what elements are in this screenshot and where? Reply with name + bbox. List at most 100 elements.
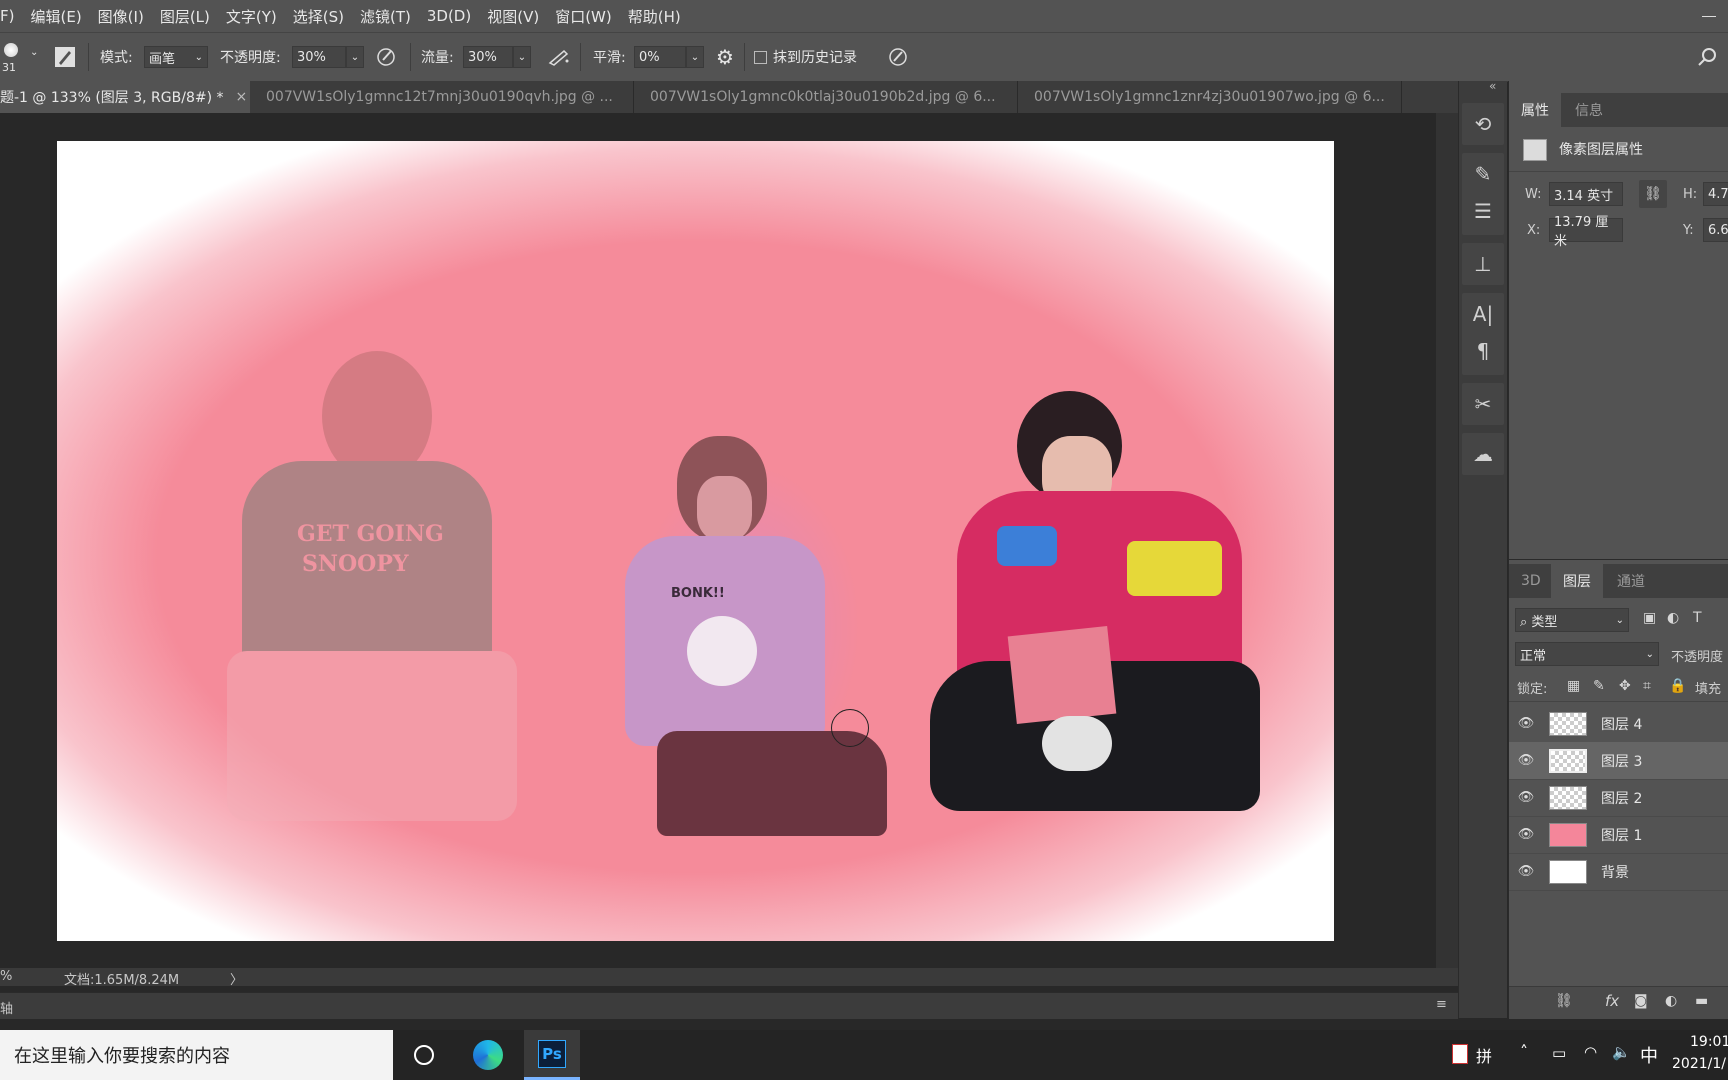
lock-artboard-icon[interactable]: ⌗ [1643, 678, 1651, 694]
erase-to-history-toggle[interactable]: 抹到历史记录 [754, 33, 857, 81]
tab-layers[interactable]: 图层 [1551, 564, 1603, 598]
lock-transparent-icon[interactable]: ▦ [1567, 678, 1580, 694]
menu-filter[interactable]: 滤镜(T) [352, 6, 419, 27]
brush-panel-button[interactable]: ✎ [1462, 156, 1504, 192]
vertical-scrollbar[interactable] [1436, 113, 1458, 968]
photoshop-taskbar-button[interactable]: Ps [524, 1030, 580, 1080]
menu-type[interactable]: 文字(Y) [218, 6, 285, 27]
tab-properties[interactable]: 属性 [1509, 93, 1561, 127]
tab-document-4[interactable]: 007VW1sOly1gmnc1znr4zj30u01907wo.jpg @ 6… [1018, 81, 1402, 113]
visibility-eye-icon[interactable]: 👁 [1509, 790, 1543, 805]
search-button[interactable] [1696, 33, 1718, 81]
airbrush-button[interactable] [546, 33, 572, 81]
libraries-button[interactable]: ☁ [1462, 436, 1504, 472]
opacity-input[interactable]: 30% [292, 46, 346, 68]
clock-date[interactable]: 2021/1/ [1672, 1056, 1726, 1072]
visibility-eye-icon[interactable]: 👁 [1509, 827, 1543, 842]
tab-3d[interactable]: 3D [1509, 564, 1553, 598]
smoothing-input[interactable]: 0% [634, 46, 686, 68]
menu-3d[interactable]: 3D(D) [419, 7, 479, 25]
visibility-eye-icon[interactable]: 👁 [1509, 753, 1543, 768]
close-icon[interactable]: × [236, 89, 248, 105]
menu-file[interactable]: F) [0, 7, 22, 25]
collapse-panels-icon[interactable]: « [1489, 79, 1496, 93]
pressure-opacity-button[interactable] [374, 33, 398, 81]
tab-channels[interactable]: 通道 [1605, 564, 1657, 598]
tab-document-3[interactable]: 007VW1sOly1gmnc0k0tlaj30u0190b2d.jpg @ 6… [634, 81, 1018, 113]
adjustment-layer-icon[interactable]: ◐ [1665, 993, 1677, 1009]
layer-row-1[interactable]: 👁 图层 1 [1509, 816, 1728, 854]
lock-position-icon[interactable]: ✥ [1619, 678, 1631, 694]
pants-shape [227, 651, 517, 821]
x-input[interactable]: 13.79 厘米 [1549, 215, 1623, 249]
tool-presets-button[interactable]: ✂ [1462, 386, 1504, 422]
lock-image-icon[interactable]: ✎ [1593, 678, 1605, 694]
lock-all-icon[interactable]: 🔒 [1669, 678, 1686, 694]
menu-view[interactable]: 视图(V) [479, 6, 547, 27]
new-group-icon[interactable]: ▬ [1695, 993, 1708, 1009]
visibility-eye-icon[interactable]: 👁 [1509, 716, 1543, 731]
flow-dropdown[interactable]: ⌄ [513, 46, 531, 68]
y-input[interactable]: 6.67 [1703, 218, 1728, 242]
menu-window[interactable]: 窗口(W) [547, 6, 620, 27]
edge-taskbar-button[interactable] [464, 1030, 512, 1080]
filter-pixel-icon[interactable]: ▣ [1643, 610, 1656, 626]
layer-row-4[interactable]: 👁 图层 4 [1509, 705, 1728, 743]
smoothing-dropdown[interactable]: ⌄ [686, 46, 704, 68]
middle-face [697, 476, 752, 541]
history-panel-button[interactable]: ⟲ [1462, 106, 1504, 142]
show-hidden-icons-chevron-icon[interactable]: ˄ [1520, 1042, 1528, 1061]
menu-image[interactable]: 图像(I) [90, 6, 152, 27]
flow-label: 流量: [421, 50, 454, 66]
link-dimensions-button[interactable]: ⛓ [1639, 180, 1667, 208]
battery-icon[interactable]: ▭ [1552, 1044, 1566, 1062]
adjustments-panel-button[interactable]: ☰ [1462, 193, 1504, 229]
height-input[interactable]: 4.71 [1703, 182, 1728, 206]
history-checkbox[interactable] [754, 50, 767, 64]
zoom-readout[interactable]: % [0, 969, 12, 984]
tab-document-1[interactable]: 题-1 @ 133% (图层 3, RGB/8#) * × [0, 81, 250, 113]
fx-button[interactable]: fx [1605, 992, 1619, 1010]
filter-adjustment-icon[interactable]: ◐ [1667, 610, 1679, 626]
layer-row-background[interactable]: 👁 背景 [1509, 853, 1728, 891]
blend-mode-select[interactable]: 正常 ⌄ [1515, 642, 1659, 666]
brush-preset-picker[interactable]: 31 ⌄ [0, 33, 44, 81]
taskbar-search-input[interactable]: 在这里输入你要搜索的内容 [0, 1030, 393, 1080]
paragraph-panel-button[interactable]: ¶ [1462, 333, 1504, 369]
volume-icon[interactable]: 🔈 [1612, 1043, 1631, 1061]
wifi-icon[interactable]: ◠ [1584, 1043, 1597, 1061]
character-panel-button[interactable]: A| [1462, 296, 1504, 332]
pdf-tray-icon[interactable] [1452, 1044, 1468, 1064]
document-canvas[interactable]: GET GOING SNOOPY BONK!! [57, 141, 1334, 941]
opacity-dropdown[interactable]: ⌄ [346, 46, 364, 68]
flow-input[interactable]: 30% [463, 46, 513, 68]
timeline-menu-icon[interactable]: ≡ [1436, 997, 1447, 1012]
layer-name: 图层 2 [1601, 790, 1643, 807]
sweater-graphic [997, 526, 1057, 566]
pressure-size-button[interactable] [886, 33, 910, 81]
cortana-button[interactable] [400, 1030, 448, 1080]
tab-document-2[interactable]: 007VW1sOly1gmnc12t7mnj30u0190qvh.jpg @ .… [250, 81, 634, 113]
smoothing-options-button[interactable]: ⚙ [716, 33, 734, 81]
layer-row-2[interactable]: 👁 图层 2 [1509, 779, 1728, 817]
menu-help[interactable]: 帮助(H) [620, 6, 689, 27]
filter-type-icon[interactable]: T [1693, 610, 1702, 626]
ime-pinyin-icon[interactable]: 拼 [1476, 1043, 1492, 1067]
clone-source-button[interactable]: ⊥ [1462, 246, 1504, 282]
visibility-eye-icon[interactable]: 👁 [1509, 864, 1543, 879]
mode-select[interactable]: 画笔 ⌄ [144, 46, 208, 68]
layer-filter-select[interactable]: ⌕ 类型 ⌄ [1515, 608, 1629, 632]
menu-select[interactable]: 选择(S) [285, 6, 352, 27]
layer-row-3[interactable]: 👁 图层 3 [1509, 742, 1728, 780]
minimize-button[interactable] [1688, 0, 1728, 32]
status-menu-arrow[interactable]: 〉 [230, 969, 243, 988]
tab-info[interactable]: 信息 [1563, 93, 1615, 127]
clock-time[interactable]: 19:01 [1690, 1034, 1728, 1050]
brush-panel-button[interactable] [54, 33, 80, 81]
link-layers-icon[interactable]: ⛓ [1555, 993, 1573, 1009]
menu-edit[interactable]: 编辑(E) [22, 6, 89, 27]
width-input[interactable]: 3.14 英寸 [1549, 182, 1623, 206]
add-mask-icon[interactable]: ◙ [1634, 993, 1648, 1009]
ime-mode-indicator[interactable]: 中 [1640, 1042, 1658, 1068]
menu-layer[interactable]: 图层(L) [152, 6, 218, 27]
